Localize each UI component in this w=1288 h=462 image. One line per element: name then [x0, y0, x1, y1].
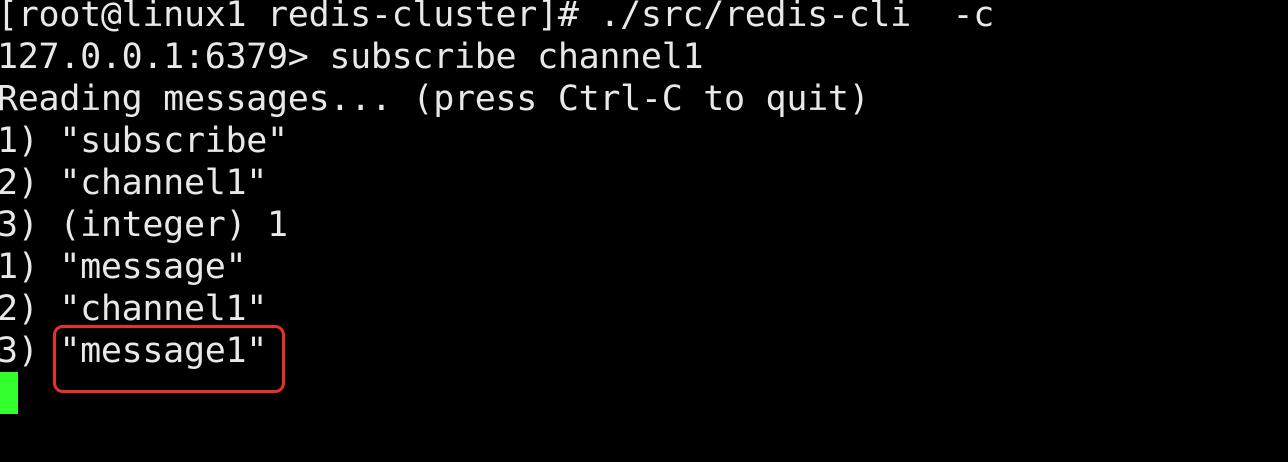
output-line-message-channel: 2) "channel1" — [0, 289, 268, 329]
output-line-message-type: 1) "message" — [0, 247, 247, 287]
output-line-subscribe-count: 3) (integer) 1 — [0, 205, 288, 245]
redis-subscribe-command: 127.0.0.1:6379> subscribe channel1 — [0, 37, 704, 77]
shell-command-line: [root@linux1 redis-cluster]# ./src/redis… — [0, 0, 995, 35]
reading-messages-notice: Reading messages... (press Ctrl-C to qui… — [0, 79, 870, 119]
message-payload-highlight — [53, 325, 285, 393]
output-line-subscribe-type: 1) "subscribe" — [0, 121, 288, 161]
output-line-subscribe-channel: 2) "channel1" — [0, 163, 268, 203]
terminal-cursor[interactable] — [0, 372, 18, 414]
terminal-window[interactable]: [root@linux1 redis-cluster]# ./src/redis… — [0, 0, 1288, 462]
